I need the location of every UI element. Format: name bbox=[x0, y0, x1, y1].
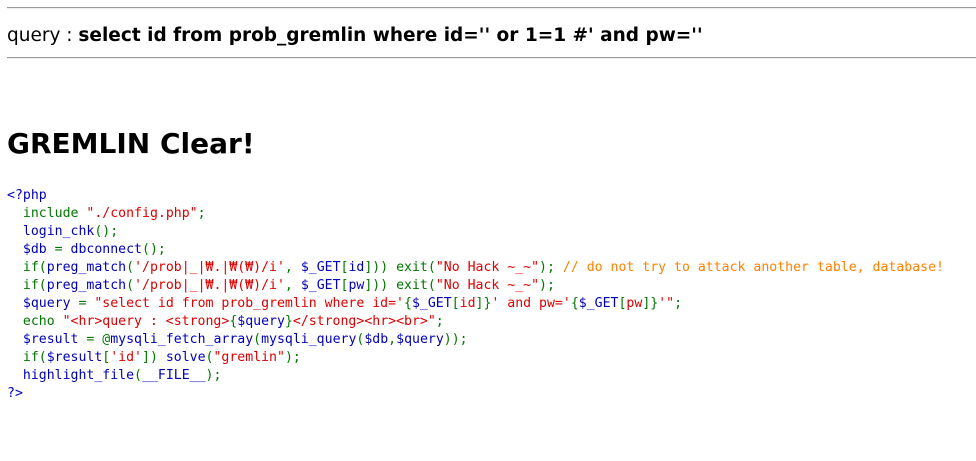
source-token: pw bbox=[348, 278, 365, 293]
source-token: 'id' bbox=[110, 350, 142, 365]
source-token: $query bbox=[237, 314, 285, 329]
source-token: (); bbox=[142, 242, 166, 257]
source-token: } bbox=[284, 314, 293, 329]
source-token: $query bbox=[396, 332, 444, 347]
source-token: $query bbox=[7, 296, 79, 311]
source-token: id bbox=[348, 260, 365, 275]
source-token: $_GET bbox=[578, 296, 619, 311]
source-token: include bbox=[22, 206, 87, 221]
source-token: ); bbox=[284, 350, 301, 365]
source-token: preg_match bbox=[46, 278, 127, 293]
source-token: ]} bbox=[475, 296, 492, 311]
source-token: "No Hack ~_~" bbox=[435, 278, 540, 293]
top-divider bbox=[7, 7, 976, 9]
source-token: // do not try to attack another table, d… bbox=[562, 260, 944, 275]
source-token: = bbox=[78, 296, 95, 311]
source-token: $result bbox=[7, 332, 87, 347]
source-token: pw bbox=[626, 296, 643, 311]
source-token: ); bbox=[539, 278, 555, 293]
source-token: ?> bbox=[7, 386, 23, 401]
source-token: ( bbox=[126, 278, 135, 293]
source-token: login_chk bbox=[7, 224, 95, 239]
source-token: ; bbox=[197, 206, 206, 221]
source-token: '/prob|_|₩.|₩(₩)/i' bbox=[134, 260, 285, 275]
source-token: = bbox=[54, 242, 71, 257]
source-token: ( bbox=[134, 368, 142, 383]
source-token: <?php bbox=[7, 188, 47, 203]
source-token: ); bbox=[539, 260, 563, 275]
source-token: echo bbox=[7, 314, 63, 329]
source-token: "<hr>query : <strong> bbox=[62, 314, 230, 329]
source-token: id bbox=[459, 296, 476, 311]
source-token: __FILE__ bbox=[142, 368, 206, 383]
source-token: preg_match bbox=[46, 260, 127, 275]
source-token: '/prob|_|₩.|₩(₩)/i' bbox=[134, 278, 285, 293]
source-token: ]) bbox=[142, 350, 166, 365]
source-token: { bbox=[570, 296, 579, 311]
source-token: "gremlin" bbox=[213, 350, 285, 365]
source-token: ( bbox=[126, 260, 135, 275]
source-token: [ bbox=[451, 296, 460, 311]
source-token: solve bbox=[165, 350, 206, 365]
source-token: , bbox=[284, 260, 301, 275]
source-line: echo "<hr>query : <strong>{$query}</stro… bbox=[7, 313, 944, 331]
query-display: query : select id from prob_gremlin wher… bbox=[7, 24, 703, 48]
source-token: ; bbox=[435, 314, 444, 329]
source-line: if($result['id']) solve("gremlin"); bbox=[7, 349, 944, 367]
source-token: $db bbox=[7, 242, 55, 257]
source-token: ])) exit( bbox=[364, 278, 436, 293]
source-token: "./config.php" bbox=[86, 206, 198, 221]
source-token: $db bbox=[364, 332, 389, 347]
page: query : select id from prob_gremlin wher… bbox=[0, 0, 976, 461]
source-token: (); bbox=[94, 224, 119, 239]
source-token bbox=[7, 206, 23, 221]
source-token: )); bbox=[443, 332, 468, 347]
source-token: mysqli_fetch_array bbox=[110, 332, 254, 347]
source-line: if(preg_match('/prob|_|₩.|₩(₩)/i', $_GET… bbox=[7, 277, 944, 295]
source-line: include "./config.php"; bbox=[7, 205, 944, 223]
query-prefix: query : bbox=[7, 25, 79, 46]
source-token: if( bbox=[7, 278, 47, 293]
source-token: "select id from prob_gremlin where id=' bbox=[94, 296, 405, 311]
source-token: = @ bbox=[86, 332, 111, 347]
source-token: , bbox=[388, 332, 397, 347]
source-token: highlight_file bbox=[7, 368, 135, 383]
source-line: $db = dbconnect(); bbox=[7, 241, 944, 259]
source-line: if(preg_match('/prob|_|₩.|₩(₩)/i', $_GET… bbox=[7, 259, 944, 277]
source-token: dbconnect bbox=[70, 242, 142, 257]
source-token: $_GET bbox=[300, 260, 341, 275]
highlighted-source-code: <?php include "./config.php"; login_chk(… bbox=[7, 187, 944, 403]
source-token: $result bbox=[46, 350, 103, 365]
source-line: <?php bbox=[7, 187, 944, 205]
source-line: login_chk(); bbox=[7, 223, 944, 241]
source-line: $result = @mysqli_fetch_array(mysqli_que… bbox=[7, 331, 944, 349]
source-token: ( bbox=[253, 332, 262, 347]
source-token: , bbox=[284, 278, 301, 293]
source-line: ?> bbox=[7, 385, 944, 403]
source-token: ])) exit( bbox=[364, 260, 436, 275]
source-token: ; bbox=[674, 296, 683, 311]
source-token: </strong><hr><br>" bbox=[292, 314, 436, 329]
source-token: ]} bbox=[642, 296, 659, 311]
source-token: ); bbox=[205, 368, 222, 383]
query-sql: select id from prob_gremlin where id='' … bbox=[78, 25, 703, 46]
source-token: if( bbox=[7, 260, 47, 275]
source-line: highlight_file(__FILE__); bbox=[7, 367, 944, 385]
source-token: { bbox=[404, 296, 412, 311]
source-token: if( bbox=[7, 350, 47, 365]
source-line: $query = "select id from prob_gremlin wh… bbox=[7, 295, 944, 313]
page-title: GREMLIN Clear! bbox=[7, 127, 255, 160]
source-token: $_GET bbox=[411, 296, 452, 311]
source-token: "No Hack ~_~" bbox=[435, 260, 540, 275]
source-token: '" bbox=[658, 296, 675, 311]
source-token: ' and pw=' bbox=[491, 296, 571, 311]
bottom-divider bbox=[7, 57, 976, 59]
source-token: mysqli_query bbox=[261, 332, 357, 347]
source-token: $_GET bbox=[300, 278, 341, 293]
